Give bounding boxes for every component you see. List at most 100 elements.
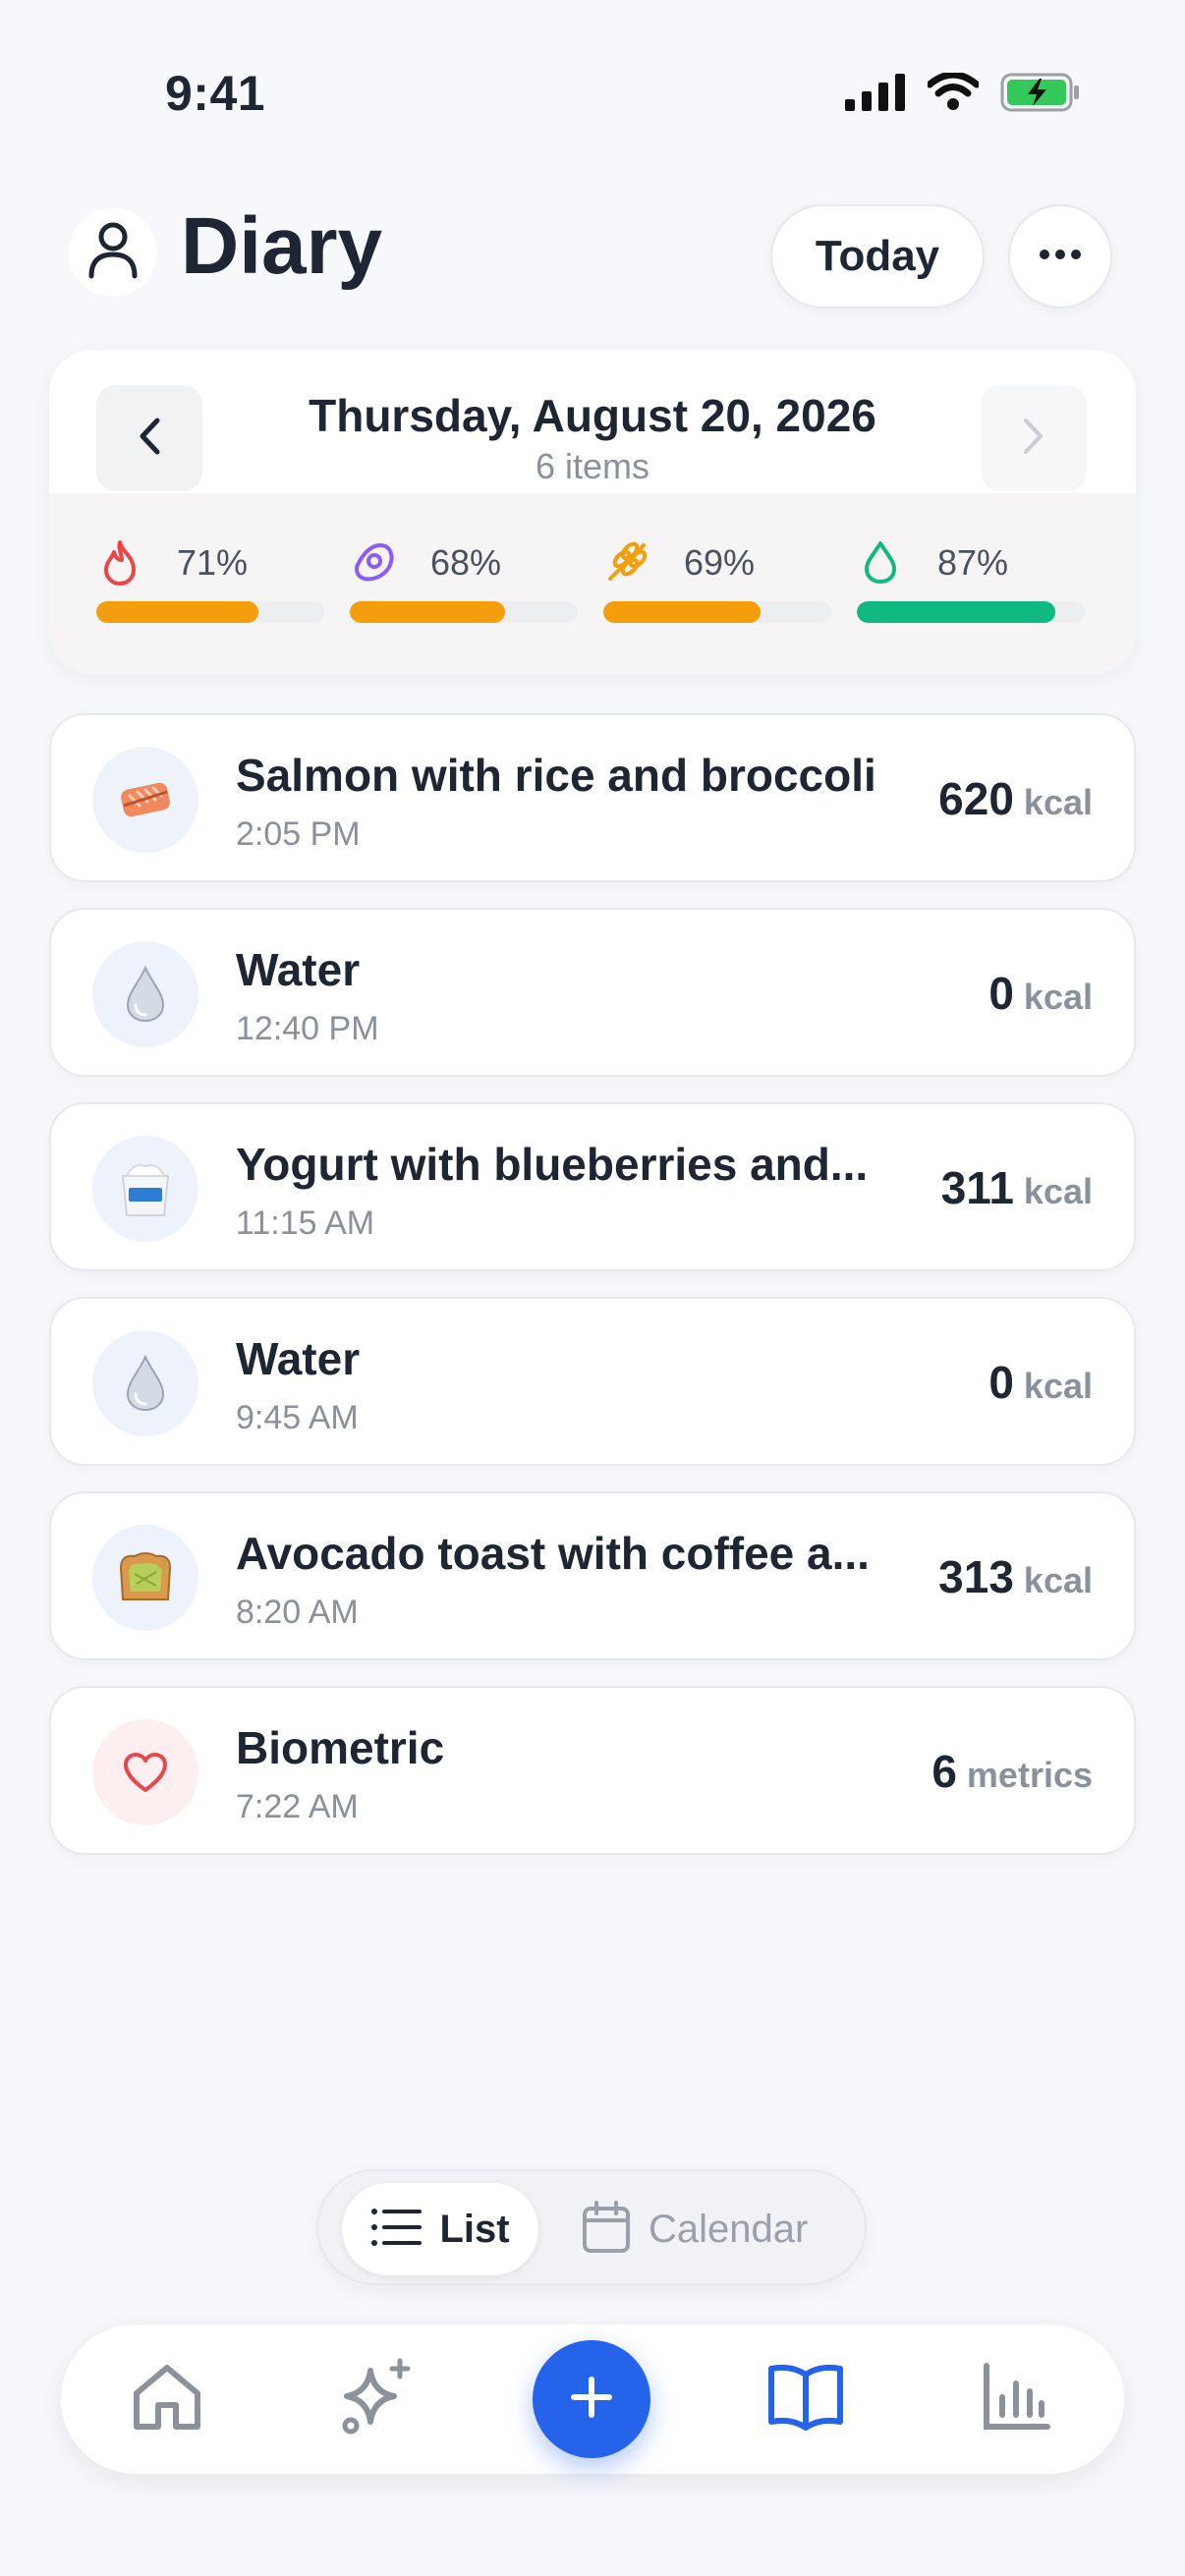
entry-time: 12:40 PM [236, 1010, 379, 1047]
macro-track [603, 601, 831, 623]
entry-number: 311 [940, 1162, 1014, 1213]
entry-name: Water [236, 1333, 361, 1384]
selected-date: Thursday, August 20, 2026 [309, 390, 876, 441]
macro-carbs: 69% [603, 493, 831, 674]
macro-percent: 87% [937, 542, 1009, 583]
water-drop-icon [92, 1330, 198, 1436]
list-label: List [439, 2207, 510, 2251]
sparkles-icon [337, 2357, 418, 2442]
entry-number: 313 [938, 1551, 1014, 1602]
macro-track [857, 601, 1085, 623]
macro-track [350, 601, 578, 623]
status-time: 9:41 [165, 66, 266, 121]
next-day-button[interactable] [981, 385, 1087, 491]
entry-name: Yogurt with blueberries and... [236, 1139, 869, 1190]
heart-icon [92, 1719, 198, 1825]
entry-unit: metrics [966, 1755, 1093, 1795]
macro-percent: 68% [430, 542, 502, 583]
calendar-icon [582, 2200, 631, 2259]
chevron-right-icon [1022, 418, 1045, 460]
home-icon [131, 2362, 203, 2437]
droplet-icon [857, 538, 904, 586]
daily-summary-card: Thursday, August 20, 2026 6 items 71% 68… [49, 350, 1136, 674]
macro-protein: 68% [350, 493, 578, 674]
meat-icon [350, 538, 397, 586]
cellular-signal-icon [845, 74, 906, 116]
tab-home[interactable] [122, 2354, 212, 2444]
entry-unit: kcal [1023, 1171, 1093, 1211]
person-icon [86, 221, 140, 285]
entry-number: 620 [938, 773, 1014, 824]
entry-name: Water [236, 944, 361, 995]
macro-calories: 71% [96, 493, 324, 674]
entry-number: 0 [988, 1357, 1014, 1408]
bar-chart-icon [981, 2362, 1051, 2437]
macro-fill [603, 601, 762, 623]
macro-percent: 69% [684, 542, 756, 583]
avocado-toast-icon [92, 1525, 198, 1631]
macro-fill [96, 601, 258, 623]
diary-entry[interactable]: Water 12:40 PM 0 kcal [49, 908, 1136, 1077]
entry-value: 311 kcal [941, 1161, 1093, 1214]
battery-charging-icon [1000, 73, 1081, 117]
entry-value: 0 kcal [988, 967, 1093, 1020]
entry-time: 2:05 PM [236, 815, 361, 853]
macro-fill [857, 601, 1055, 623]
diary-entry[interactable]: Biometric 7:22 AM 6 metrics [49, 1686, 1136, 1855]
entry-unit: kcal [1023, 1560, 1093, 1600]
entry-unit: kcal [1023, 782, 1093, 822]
calendar-label: Calendar [649, 2207, 809, 2251]
macro-percent: 71% [177, 542, 249, 583]
entry-value: 313 kcal [938, 1550, 1093, 1603]
diary-entry[interactable]: Salmon with rice and broccoli 2:05 PM 62… [49, 713, 1136, 882]
entry-time: 11:15 AM [236, 1204, 375, 1242]
entry-value: 6 metrics [931, 1745, 1093, 1798]
status-bar: 9:41 [0, 0, 1185, 147]
water-drop-icon [92, 941, 198, 1047]
wifi-icon [926, 71, 981, 117]
yogurt-icon [92, 1136, 198, 1242]
bottom-tab-bar [61, 2324, 1124, 2474]
profile-button[interactable] [69, 208, 157, 297]
list-icon [370, 2207, 423, 2253]
entry-name: Biometric [236, 1722, 445, 1773]
ellipsis-icon [1039, 248, 1082, 265]
book-icon [765, 2363, 846, 2436]
entry-value: 620 kcal [938, 772, 1093, 825]
entry-unit: kcal [1023, 1366, 1093, 1406]
entry-number: 6 [931, 1746, 957, 1797]
add-entry-button[interactable] [533, 2340, 650, 2458]
entry-number: 0 [988, 968, 1014, 1019]
entry-time: 8:20 AM [236, 1594, 359, 1631]
tab-stats[interactable] [971, 2354, 1061, 2444]
flame-icon [96, 538, 143, 586]
more-button[interactable] [1008, 204, 1112, 308]
diary-entry[interactable]: Yogurt with blueberries and... 11:15 AM … [49, 1102, 1136, 1271]
page-title: Diary [181, 201, 383, 291]
status-icons [845, 71, 1081, 117]
entry-name: Avocado toast with coffee a... [236, 1528, 870, 1579]
diary-entry[interactable]: Water 9:45 AM 0 kcal [49, 1297, 1136, 1466]
macro-water: 87% [857, 493, 1085, 674]
macro-progress-row: 71% 68% 69% 87% [49, 493, 1136, 674]
today-button[interactable]: Today [770, 204, 985, 308]
entry-time: 9:45 AM [236, 1399, 359, 1436]
entry-time: 7:22 AM [236, 1788, 359, 1825]
plus-icon [568, 2374, 615, 2426]
macro-fill [350, 601, 505, 623]
macro-track [96, 601, 324, 623]
date-navigator: Thursday, August 20, 2026 6 items [49, 350, 1136, 493]
wheat-icon [603, 538, 650, 586]
entry-name: Salmon with rice and broccoli [236, 750, 876, 801]
entry-unit: kcal [1023, 977, 1093, 1017]
diary-entry[interactable]: Avocado toast with coffee a... 8:20 AM 3… [49, 1491, 1136, 1660]
item-count: 6 items [535, 446, 650, 486]
view-toggle: List Calendar [316, 2169, 867, 2285]
header: Diary Today [0, 187, 1185, 314]
calendar-view-button[interactable]: Calendar [582, 2183, 847, 2275]
entry-value: 0 kcal [988, 1356, 1093, 1409]
list-view-button[interactable]: List [342, 2183, 538, 2275]
tab-ai-assistant[interactable] [332, 2354, 423, 2444]
tab-diary[interactable] [761, 2354, 851, 2444]
salmon-icon [92, 747, 198, 853]
